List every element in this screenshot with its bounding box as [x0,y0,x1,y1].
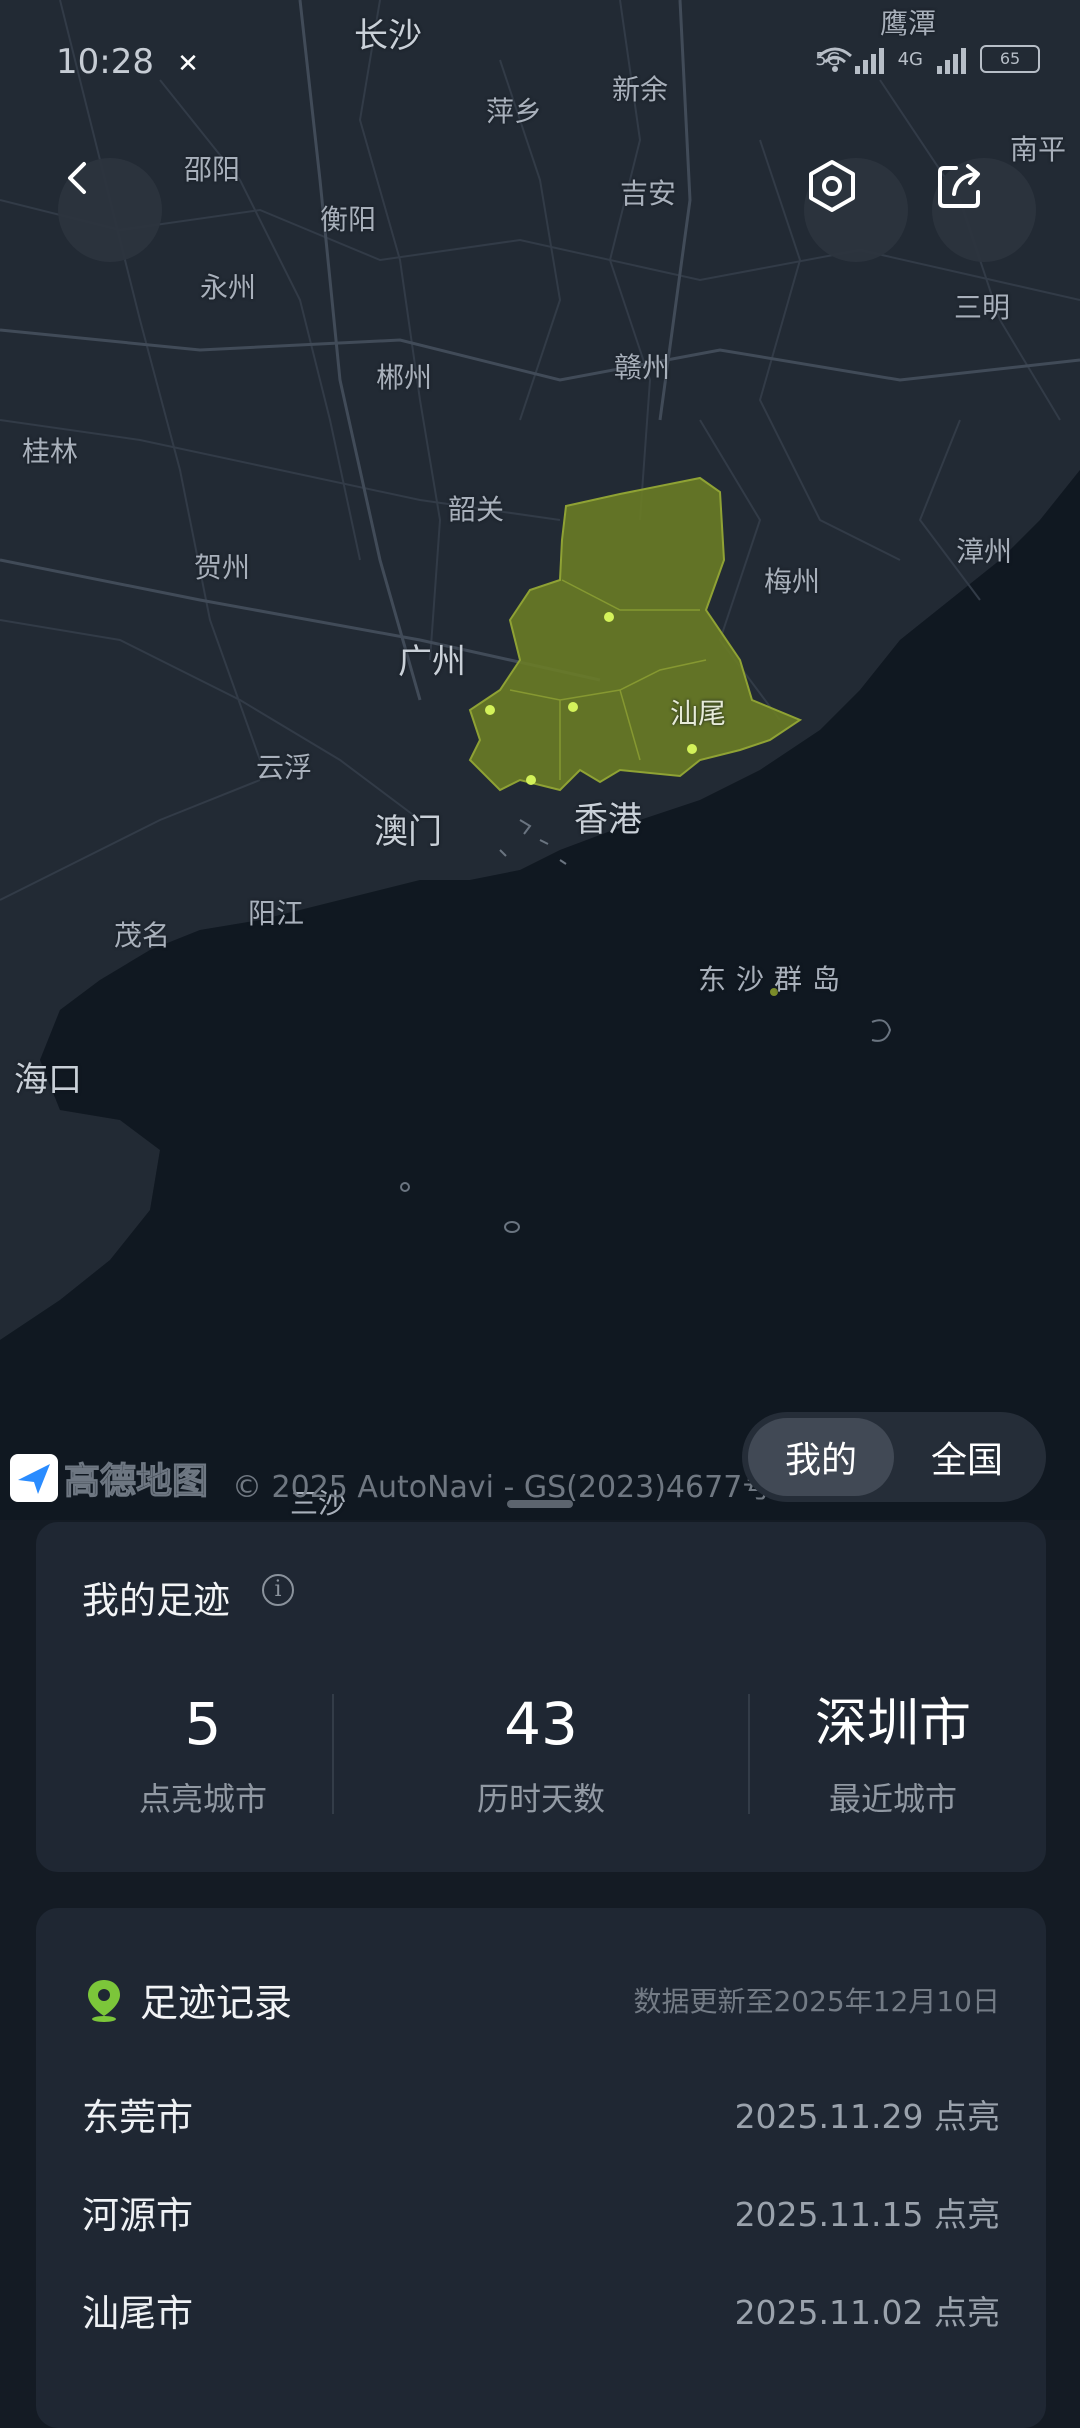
footprint-records-card: 足迹记录 数据更新至2025年12月10日 东莞市 2025.11.29 点亮 … [36,1908,1046,2428]
map-label: 阳江 [248,897,305,930]
share-icon [938,164,980,208]
stat-recent-city: 深圳市 最近城市 [728,1692,1058,1820]
map-label: 长沙 [354,16,422,56]
map-label: 广州 [398,642,466,682]
map-label: 鹰潭 [880,7,937,40]
map-label: 邵阳 [184,153,241,186]
map-label: 海口 [14,1060,82,1100]
city-dot [687,744,697,754]
map-label: 漳州 [956,535,1013,568]
map-label: 郴州 [376,361,433,394]
map-label: 吉安 [620,177,677,210]
stat-label: 历时天数 [476,1780,605,1818]
toggle-mine[interactable]: 我的 [748,1418,894,1496]
map-canvas [0,0,1080,1520]
map-label: 新余 [612,73,669,106]
map-label: 三明 [954,291,1011,324]
sheet-handle[interactable] [507,1500,573,1508]
record-date: 2025.11.02 点亮 [734,2293,1000,2332]
map-label: 香港 [574,800,642,840]
map-label: 汕尾 [670,697,727,730]
net-4g-label: 4G [897,48,923,70]
stat-days: 43 历时天数 [376,1692,706,1820]
city-dot [604,612,614,622]
battery-icon: 65 [980,45,1040,73]
record-city: 东莞市 [82,2096,193,2139]
city-dot [526,775,536,785]
status-indicators: 5G 4G 65 [815,44,1040,74]
signal-icon [854,44,884,74]
record-city: 河源市 [82,2194,193,2237]
map-label: 贺州 [194,551,251,584]
wifi-icon [818,47,853,72]
amap-logo-text: 高德地图 [63,1461,209,1503]
stat-lit-cities: 5 点亮城市 [38,1692,368,1820]
amap-arrow-icon [10,1454,58,1502]
hexagon-settings-icon [809,160,855,212]
divider [332,1694,334,1814]
map-label: 萍乡 [486,95,543,128]
settings-button[interactable] [804,158,908,262]
records-title: 足迹记录 [140,1981,293,2025]
record-row[interactable]: 汕尾市 2025.11.02 点亮 [82,2280,1000,2340]
record-city: 汕尾市 [82,2292,193,2335]
scope-toggle[interactable]: 我的 全国 [742,1412,1046,1502]
amap-logo: 高德地图 [10,1452,209,1504]
signal-icon [937,44,966,74]
map-label: 南平 [1010,133,1067,166]
back-button[interactable] [58,158,162,262]
stat-label: 点亮城市 [138,1780,267,1818]
records-update-note: 数据更新至2025年12月10日 [633,1985,1000,2018]
map-label: 梅州 [764,565,821,598]
share-button[interactable] [932,158,1036,262]
footprint-map[interactable]: 10:28 ✕ 5G 4G 65 长沙 鹰潭 新余 萍乡 南平 邵阳 衡阳 吉安… [0,0,1080,1520]
location-pin-icon [88,1980,120,2022]
map-label: 韶关 [448,493,505,526]
status-time: 10:28 [56,42,154,82]
record-row[interactable]: 东莞市 2025.11.29 点亮 [82,2084,1000,2144]
stat-value: 深圳市 [814,1694,971,1754]
map-label: 云浮 [256,751,313,784]
city-dot [485,705,495,715]
map-label: 衡阳 [320,203,377,236]
map-label: 永州 [200,271,257,304]
record-date: 2025.11.15 点亮 [734,2195,1000,2234]
map-label: 澳门 [374,812,442,852]
city-dot [568,702,578,712]
info-icon[interactable]: i [262,1574,294,1606]
record-row[interactable]: 河源市 2025.11.15 点亮 [82,2182,1000,2242]
map-label: 茂名 [114,919,171,952]
toggle-nationwide[interactable]: 全国 [894,1418,1040,1496]
map-label: 东沙群岛 [698,963,851,996]
record-date: 2025.11.29 点亮 [734,2097,1000,2136]
map-label: 桂林 [22,435,79,468]
map-label: 赣州 [614,351,671,384]
stat-label: 最近城市 [828,1780,957,1818]
notification-app-icon: ✕ [177,49,199,79]
stat-value: 5 [184,1690,222,1758]
stat-value: 43 [504,1690,578,1758]
footprint-summary-card: 我的足迹 i 5 点亮城市 43 历时天数 深圳市 最近城市 [36,1522,1046,1872]
map-copyright: © 2025 AutoNavi - GS(2023)4677号 [232,1470,773,1505]
chevron-left-icon [68,162,86,194]
footprint-title: 我的足迹 [82,1579,230,1622]
